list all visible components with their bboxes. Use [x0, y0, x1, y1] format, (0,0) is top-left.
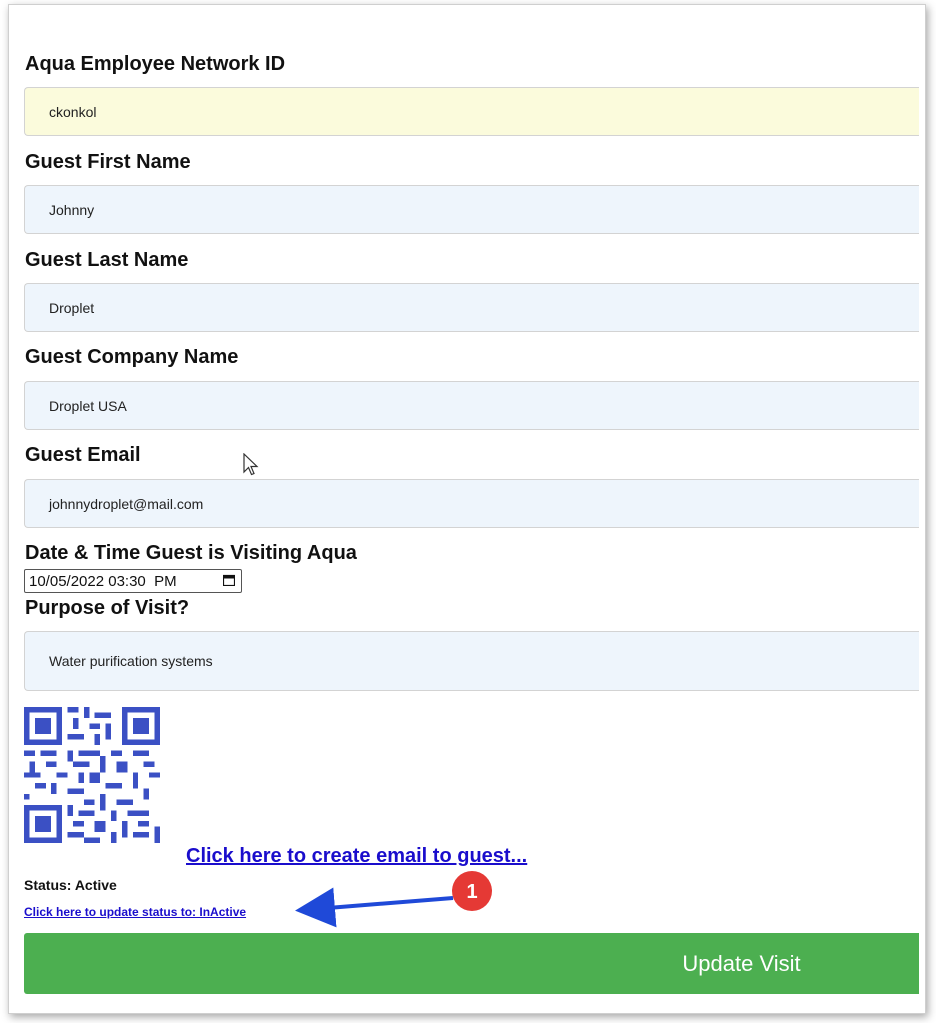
annotation-arrow — [295, 887, 454, 928]
annotation-overlay: 1 — [295, 871, 492, 928]
annotation-number: 1 — [466, 881, 477, 903]
visit-form-window: Aqua Employee Network ID ckonkol Guest F… — [8, 4, 926, 1014]
